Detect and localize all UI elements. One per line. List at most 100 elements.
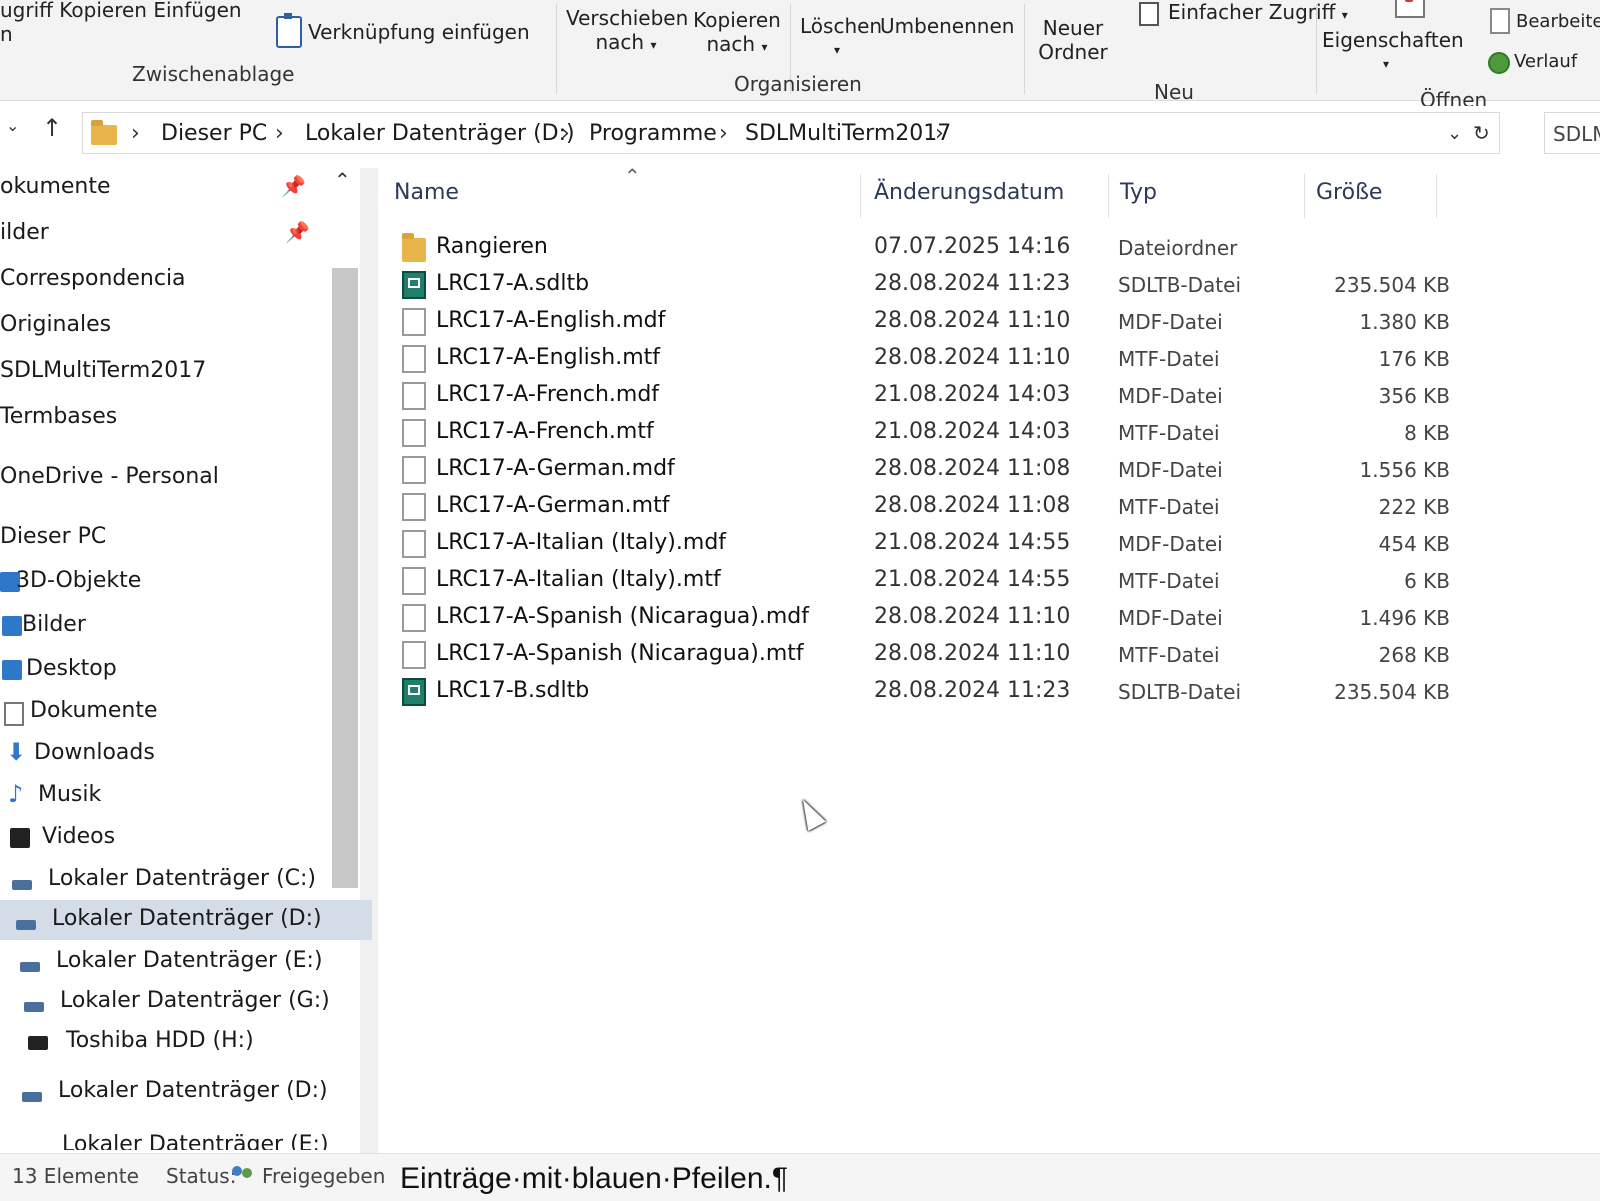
- address-bar[interactable]: › Dieser PC › Lokaler Datenträger (D:) ›…: [82, 112, 1500, 154]
- chevron-right-icon[interactable]: ›: [275, 121, 284, 146]
- edit-button[interactable]: Bearbeiten: [1516, 10, 1600, 34]
- column-divider[interactable]: [1108, 174, 1109, 218]
- column-header-size[interactable]: Größe: [1316, 180, 1382, 205]
- file-row[interactable]: LRC17-A-German.mtf 28.08.2024 11:08 MTF-Da…: [390, 487, 1450, 525]
- nav-item-desktop[interactable]: Desktop: [0, 650, 372, 690]
- document-icon: [402, 493, 426, 521]
- breadcrumb-this-pc[interactable]: Dieser PC: [161, 121, 267, 146]
- file-date: 21.08.2024 14:03: [874, 419, 1071, 444]
- nav-item-label: okumente: [0, 174, 111, 199]
- document-icon: [402, 419, 426, 447]
- nav-item-bilder[interactable]: Bilder: [0, 606, 372, 646]
- properties-label: Eigenschaften: [1322, 28, 1464, 52]
- chevron-right-icon[interactable]: ›: [131, 121, 140, 146]
- nav-item-drive-d[interactable]: Lokaler Datenträger (D:): [0, 900, 372, 940]
- nav-item-dokumente-quick[interactable]: okumente 📌: [0, 168, 372, 208]
- file-row[interactable]: LRC17-A-French.mdf 21.08.2024 14:03 MDF-Da…: [390, 376, 1450, 414]
- clipboard-buttons-partial[interactable]: ugriff Kopieren Einfügen: [0, 0, 242, 22]
- file-row[interactable]: Rangieren 07.07.2025 14:16 Dateiordner: [390, 228, 1450, 266]
- sdltb-file-icon: [402, 678, 426, 706]
- nav-item-drive-d-network[interactable]: Lokaler Datenträger (D:): [0, 1072, 372, 1112]
- nav-item-drive-g[interactable]: Lokaler Datenträger (G:): [0, 982, 372, 1022]
- up-arrow-icon[interactable]: ↑: [42, 114, 62, 142]
- nav-item-label: Downloads: [34, 740, 155, 765]
- file-type: MTF-Datei: [1118, 421, 1220, 445]
- documents-icon: [4, 702, 24, 726]
- nav-item-toshiba-h[interactable]: Toshiba HDD (H:): [0, 1022, 372, 1062]
- file-list: ⌃ Name Änderungsdatum Typ Größe Rangiere…: [390, 164, 1600, 1153]
- nav-item-drive-e[interactable]: Lokaler Datenträger (E:): [0, 942, 372, 982]
- nav-item-termbases[interactable]: Termbases: [0, 398, 372, 438]
- file-size: 356 KB: [1378, 384, 1450, 408]
- document-icon: [402, 641, 426, 669]
- file-type: MDF-Datei: [1118, 384, 1223, 408]
- file-type: MDF-Datei: [1118, 606, 1223, 630]
- chevron-right-icon[interactable]: ›: [719, 121, 728, 146]
- status-shared: Freigegeben: [262, 1164, 386, 1188]
- file-name: LRC17-A.sdltb: [436, 271, 590, 296]
- document-icon: [402, 345, 426, 373]
- nav-item-bilder-quick[interactable]: ilder 📌: [0, 214, 372, 254]
- properties-button[interactable]: Eigenschaften ▾: [1322, 28, 1464, 76]
- paste-shortcut-button[interactable]: Verknüpfung einfügen: [308, 20, 530, 44]
- nav-item-correspondencia[interactable]: Correspondencia: [0, 260, 372, 300]
- file-row[interactable]: LRC17-A-French.mtf 21.08.2024 14:03 MTF-Da…: [390, 413, 1450, 451]
- nav-item-dokumente[interactable]: Dokumente: [0, 692, 372, 732]
- file-size: 8 KB: [1404, 421, 1450, 445]
- copy-to-button[interactable]: Kopieren nach ▾: [690, 8, 784, 59]
- nav-item-downloads[interactable]: ⬇ Downloads: [0, 734, 372, 774]
- file-name: Rangieren: [436, 234, 548, 259]
- video-film-icon: [10, 828, 30, 848]
- column-header-name[interactable]: Name: [394, 180, 459, 205]
- file-type: MDF-Datei: [1118, 458, 1223, 482]
- file-row[interactable]: LRC17-A-Italian (Italy).mdf 21.08.2024 14…: [390, 524, 1450, 562]
- nav-item-videos[interactable]: Videos: [0, 818, 372, 858]
- nav-item-label: Toshiba HDD (H:): [66, 1028, 254, 1053]
- hard-drive-icon: [20, 962, 40, 972]
- file-row[interactable]: LRC17-A-English.mtf 28.08.2024 11:10 MTF-D…: [390, 339, 1450, 377]
- column-header-type[interactable]: Typ: [1120, 180, 1157, 205]
- file-row[interactable]: LRC17-A-Italian (Italy).mtf 21.08.2024 14…: [390, 561, 1450, 599]
- nav-item-sdlmultiterm2017[interactable]: SDLMultiTerm2017: [0, 352, 372, 392]
- file-row[interactable]: LRC17-B.sdltb 28.08.2024 11:23 SDLTB-Datei…: [390, 672, 1450, 710]
- nav-item-this-pc[interactable]: Dieser PC: [0, 518, 372, 558]
- new-folder-label-2: Ordner: [1038, 40, 1108, 64]
- file-date: 28.08.2024 11:10: [874, 345, 1071, 370]
- refresh-icon[interactable]: ↻: [1473, 121, 1490, 145]
- nav-item-3d-objekte[interactable]: 3D-Objekte: [0, 562, 372, 602]
- easy-access-button[interactable]: Einfacher Zugriff ▾: [1168, 0, 1348, 27]
- new-folder-button[interactable]: Neuer Ordner: [1028, 16, 1118, 64]
- file-row[interactable]: LRC17-A-Spanish (Nicaragua).mdf 28.08.202…: [390, 598, 1450, 636]
- address-dropdown-icon[interactable]: ⌄: [1447, 123, 1462, 144]
- breadcrumb-drive-d[interactable]: Lokaler Datenträger (D:): [305, 121, 575, 146]
- move-to-button[interactable]: Verschieben nach ▾: [566, 6, 688, 57]
- nav-item-onedrive[interactable]: OneDrive - Personal: [0, 458, 372, 498]
- chevron-right-icon[interactable]: ›: [561, 121, 570, 146]
- file-row[interactable]: LRC17-A-Spanish (Nicaragua).mtf 28.08.202…: [390, 635, 1450, 673]
- nav-item-drive-c[interactable]: Lokaler Datenträger (C:): [0, 860, 372, 900]
- nav-item-label: Lokaler Datenträger (G:): [60, 988, 330, 1013]
- breadcrumb-programme[interactable]: Programme: [589, 121, 717, 146]
- file-name: LRC17-A-German.mdf: [436, 456, 675, 481]
- file-row[interactable]: LRC17-A.sdltb 28.08.2024 11:23 SDLTB-Datei…: [390, 265, 1450, 303]
- column-divider[interactable]: [1304, 174, 1305, 218]
- nav-item-label: Lokaler Datenträger (E:): [62, 1132, 329, 1150]
- chevron-right-icon[interactable]: ›: [935, 121, 944, 146]
- delete-button[interactable]: Löschen ▾: [800, 14, 882, 62]
- breadcrumb-sdlmultiterm2017[interactable]: SDLMultiTerm2017: [745, 121, 951, 146]
- search-input[interactable]: SDLM: [1544, 112, 1600, 154]
- recent-locations-chevron-icon[interactable]: ⌄: [6, 116, 19, 135]
- column-header-date[interactable]: Änderungsdatum: [874, 180, 1064, 205]
- nav-item-musik[interactable]: ♪ Musik: [0, 776, 372, 816]
- rename-button[interactable]: Umbenennen: [880, 14, 1014, 38]
- file-row[interactable]: LRC17-A-German.mdf 28.08.2024 11:08 MDF-Da…: [390, 450, 1450, 488]
- history-button[interactable]: Verlauf: [1514, 50, 1577, 74]
- pin-icon: 📌: [285, 220, 310, 244]
- nav-item-originales[interactable]: Originales: [0, 306, 372, 346]
- clipboard-partial-text: n: [0, 22, 13, 46]
- file-row[interactable]: LRC17-A-English.mdf 28.08.2024 11:10 MDF-D…: [390, 302, 1450, 340]
- nav-item-label: ilder: [0, 220, 49, 245]
- column-divider[interactable]: [1436, 174, 1437, 218]
- column-divider[interactable]: [860, 174, 861, 218]
- nav-item-drive-e-network[interactable]: Lokaler Datenträger (E:): [0, 1116, 372, 1150]
